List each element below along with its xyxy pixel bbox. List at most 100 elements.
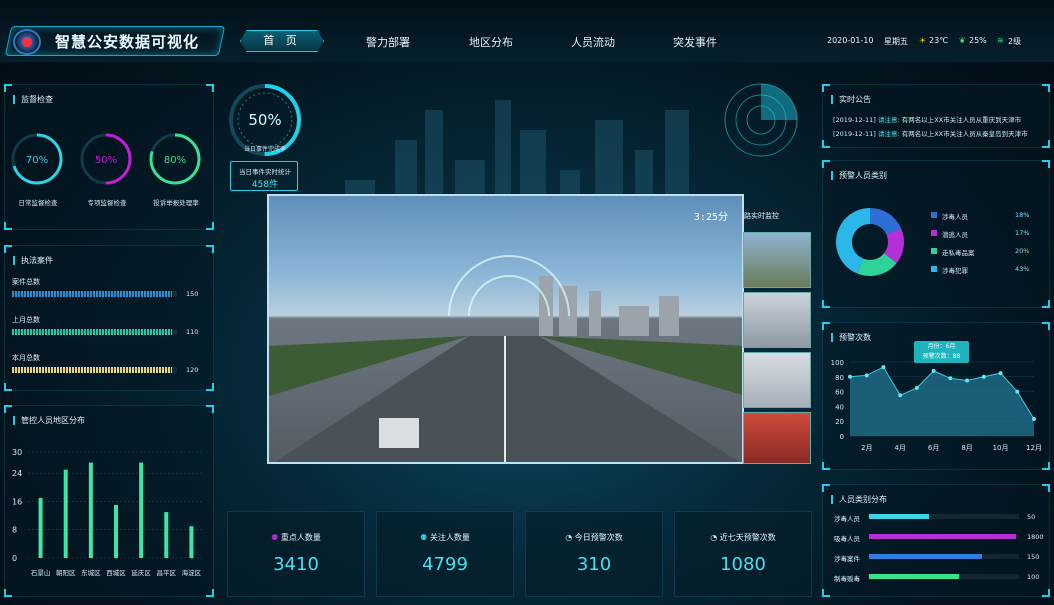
police-emblem-icon	[13, 29, 41, 55]
district-bar	[189, 526, 194, 558]
alert-icon: ◔	[565, 533, 575, 542]
humidity: 25%	[969, 36, 987, 45]
x-tick-label: 石景山	[31, 568, 51, 577]
ring-value: 50%	[95, 155, 117, 166]
event-count: 458件	[251, 180, 279, 190]
monitor-thumbnail[interactable]	[743, 232, 811, 288]
monitor-thumbnail[interactable]	[743, 292, 811, 348]
person-type-track	[869, 574, 1019, 579]
district-bar	[164, 512, 169, 558]
case-bar-track	[12, 367, 177, 373]
data-point	[848, 374, 852, 379]
legend-swatch	[931, 230, 937, 236]
panel-title: 管控人员地区分布	[13, 416, 85, 425]
monitor-thumbnail[interactable]	[743, 352, 811, 408]
stat-card-watched-persons: ⚉ 关注人数量 4799	[376, 511, 514, 597]
panel-title: 执法案件	[13, 256, 53, 265]
nav-emergency[interactable]: 突发事件	[673, 34, 717, 50]
panel-title: 监督检查	[13, 95, 53, 104]
person-type-value: 50	[1027, 513, 1036, 521]
x-tick-label: 东城区	[81, 568, 101, 577]
x-tick-label: 西城区	[106, 569, 126, 577]
district-bar	[63, 469, 68, 558]
chart-tooltip: 月份：6月 预警次数：88	[914, 341, 969, 363]
app-title: 智慧公安数据可视化	[55, 33, 200, 51]
legend-label: 涉毒犯罪	[942, 267, 968, 275]
district-bar	[139, 462, 144, 558]
x-tick-label: 朝阳区	[56, 568, 76, 577]
temperature: 23℃	[929, 36, 949, 45]
y-tick-label: 30	[12, 448, 22, 457]
person-type-label: 涉毒人员	[834, 515, 860, 523]
case-bar-fill	[12, 367, 173, 373]
surveillance-video[interactable]: 3:25分	[267, 194, 744, 464]
person-type-label: 涉毒案件	[834, 555, 860, 563]
legend-swatch	[931, 248, 937, 254]
ring-label: 专项监督检查	[87, 199, 127, 207]
stat-label: ⚉ 关注人数量	[420, 533, 470, 542]
gauge-label: 当日事件完成率	[243, 146, 286, 153]
stat-label: ◔ 今日预警次数	[565, 533, 623, 542]
district-bar	[114, 505, 118, 558]
district-bar-chart: 0 8 16 24 30 石景山 朝阳区 东城区 西城区 延庆区 昌平区 海淀区	[12, 448, 204, 577]
y-tick-label: 24	[12, 469, 22, 478]
people-icon: ⚉	[271, 533, 281, 542]
data-point	[948, 376, 953, 381]
person-type-track	[869, 514, 1019, 519]
y-tick-label: 16	[12, 497, 22, 506]
case-bar-track	[12, 291, 177, 297]
x-tick-label: 6月	[928, 444, 939, 452]
person-type-fill	[869, 574, 959, 579]
person-type-value: 100	[1027, 573, 1040, 581]
y-tick-label: 8	[12, 526, 17, 535]
x-tick-label: 8月	[961, 444, 972, 452]
data-point	[981, 374, 986, 379]
weekday: 星期五	[884, 37, 908, 46]
wind-icon: ≋	[997, 36, 1004, 45]
y-tick-label: 20	[835, 418, 844, 426]
radar-icon	[724, 83, 798, 157]
legend-percent: 43%	[1015, 265, 1030, 273]
legend-label: 涉毒人员	[942, 213, 968, 221]
data-point	[1032, 416, 1036, 421]
person-type-track	[869, 534, 1019, 539]
x-tick-label: 延庆区	[131, 568, 151, 577]
x-tick-label: 昌平区	[157, 569, 177, 577]
data-point	[914, 385, 919, 390]
notice-item[interactable]: [2019-12-11] 请注意: 有两名以上XX市关注人员从秦皇岛到天津市	[833, 128, 1028, 138]
ring-value: 80%	[164, 155, 186, 166]
nav-home-tab[interactable]: 首 页	[240, 30, 324, 52]
case-label: 上月总数	[12, 316, 40, 324]
ring-label: 日常监督检查	[18, 199, 58, 207]
case-bar-fill	[12, 329, 173, 335]
data-point	[931, 368, 936, 373]
stat-value: 4799	[422, 554, 468, 575]
stat-label: ⚉ 重点人数量	[271, 533, 321, 542]
person-type-label: 制毒贩毒	[834, 575, 860, 583]
monitor-thumbnail[interactable]	[743, 412, 811, 464]
data-point	[898, 393, 903, 398]
stat-value: 1080	[720, 554, 766, 575]
y-tick-label: 100	[831, 359, 844, 367]
notice-item[interactable]: [2019-12-11] 请注意: 有两名以上XX市关注人员从重庆到天津市	[833, 114, 1021, 124]
case-label: 本月总数	[12, 354, 40, 362]
ring-label: 投诉举报处理率	[153, 199, 199, 207]
y-tick-label: 0	[840, 433, 844, 441]
stat-label: ◔ 近七天预警次数	[710, 533, 776, 542]
district-bar	[38, 497, 43, 558]
panel-title: 预警人员类别	[831, 171, 887, 180]
legend-label: 潜逃人员	[942, 231, 968, 239]
gauge-value: 50%	[248, 111, 282, 129]
nav-police-deploy[interactable]: 警力部署	[366, 34, 410, 50]
legend-label: 走私毒品案	[942, 249, 975, 257]
case-value: 120	[186, 366, 199, 374]
nav-region-distribution[interactable]: 地区分布	[469, 34, 513, 50]
x-tick-label: 海淀区	[182, 568, 202, 577]
tooltip-month: 月份：6月	[927, 343, 956, 350]
legend-percent: 17%	[1015, 229, 1030, 237]
supervision-rings: 70% 50% 80%	[11, 133, 201, 185]
nav-people-flow[interactable]: 人员流动	[571, 34, 615, 50]
humidity-icon: ❦	[959, 36, 966, 45]
legend-swatch	[931, 266, 937, 272]
legend-percent: 18%	[1015, 211, 1030, 219]
